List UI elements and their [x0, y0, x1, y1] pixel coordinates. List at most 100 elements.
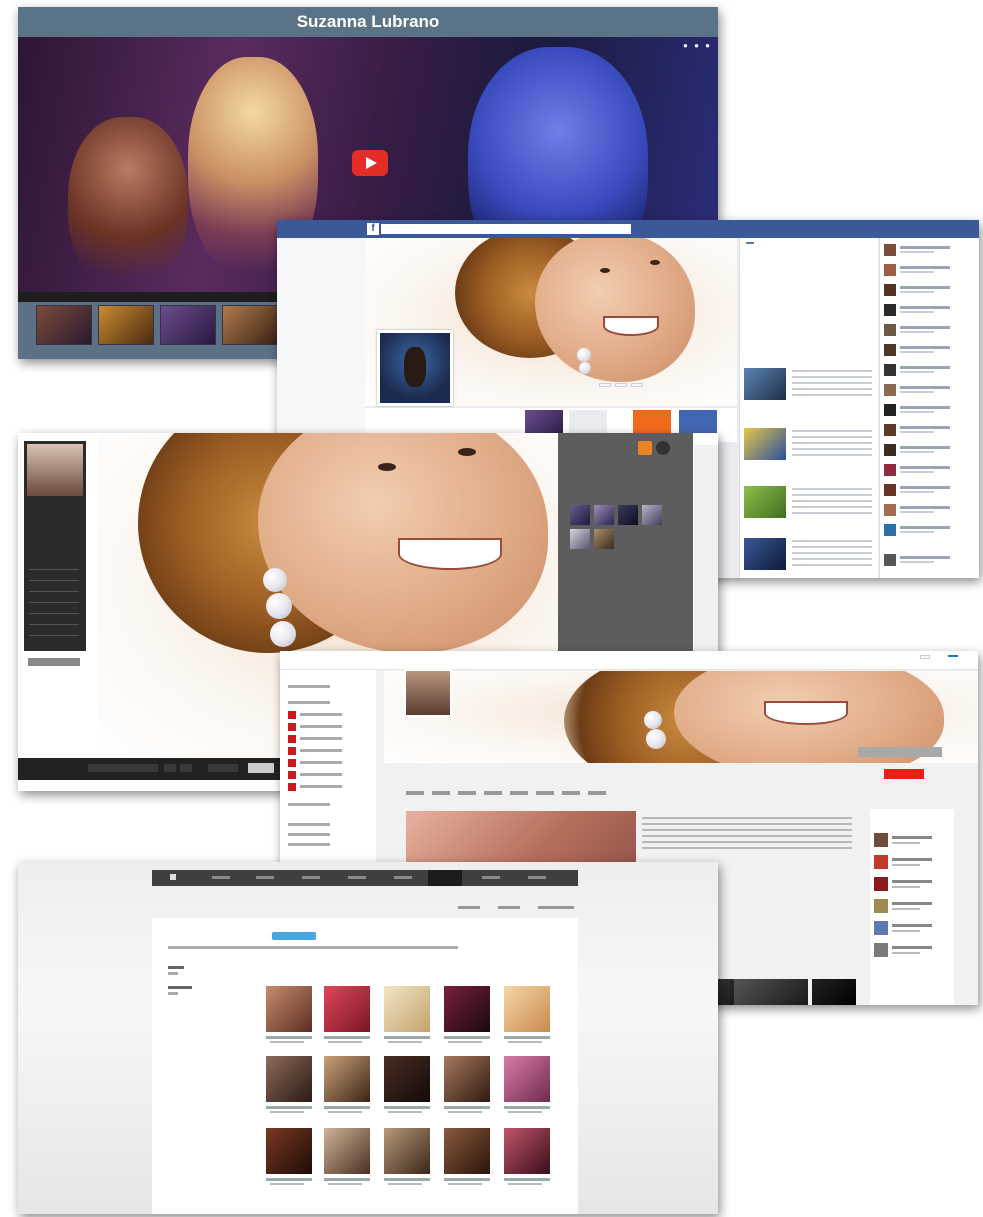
nav-item-active[interactable] [428, 870, 462, 886]
chat-contact[interactable] [884, 242, 976, 258]
album-cover[interactable] [324, 986, 370, 1043]
gallery-thumbnail[interactable] [618, 505, 638, 525]
album-cover[interactable] [504, 1056, 550, 1113]
chat-contact[interactable] [884, 302, 976, 318]
nav-item[interactable] [212, 876, 230, 879]
guide-item[interactable] [288, 770, 368, 780]
footer-field[interactable] [208, 764, 238, 772]
chat-contact[interactable] [884, 552, 976, 568]
store-top-link[interactable] [538, 906, 574, 909]
album-cover[interactable] [384, 986, 430, 1043]
gallery-thumbnail[interactable] [594, 505, 614, 525]
nav-item[interactable] [302, 876, 320, 879]
gallery-thumbnail[interactable] [594, 529, 614, 549]
channel-banner-links[interactable] [858, 747, 942, 757]
nav-item[interactable] [394, 876, 412, 879]
facebook-logo-icon[interactable]: f [367, 223, 379, 235]
sidebar-button[interactable] [28, 658, 80, 666]
gallery-thumbnail[interactable] [570, 529, 590, 549]
chat-contact[interactable] [884, 482, 976, 498]
guide-item[interactable] [288, 840, 368, 850]
album-cover[interactable] [444, 1128, 490, 1185]
guide-item[interactable] [288, 782, 368, 792]
artist-thumbnail[interactable] [27, 444, 83, 496]
guide-item[interactable] [288, 820, 368, 830]
news-post[interactable] [744, 476, 874, 528]
guide-item[interactable] [288, 800, 368, 810]
related-channel[interactable] [874, 921, 950, 939]
album-cover[interactable] [444, 986, 490, 1043]
news-post[interactable] [744, 418, 874, 470]
video-thumbnail[interactable] [36, 305, 92, 345]
album-cover[interactable] [266, 1128, 312, 1185]
related-channel[interactable] [874, 855, 950, 873]
chat-contact[interactable] [884, 462, 976, 478]
chat-contact[interactable] [884, 262, 976, 278]
upload-button[interactable] [920, 655, 930, 659]
chat-contact[interactable] [884, 402, 976, 418]
chat-contact[interactable] [884, 362, 976, 378]
nav-item[interactable] [528, 876, 546, 879]
related-channel[interactable] [874, 899, 950, 917]
chat-contact[interactable] [884, 442, 976, 458]
guide-item[interactable] [288, 758, 368, 768]
channel-tabs[interactable] [406, 791, 606, 795]
album-cover[interactable] [504, 1128, 550, 1185]
chat-contact[interactable] [884, 282, 976, 298]
follow-button[interactable] [615, 383, 627, 387]
play-button-icon[interactable] [352, 150, 388, 176]
video-thumbnail[interactable] [160, 305, 216, 345]
video-thumbnail[interactable] [734, 979, 808, 1005]
channel-avatar[interactable] [404, 669, 452, 717]
gallery-thumbnail[interactable] [570, 505, 590, 525]
album-cover[interactable] [324, 1056, 370, 1113]
nav-item[interactable] [348, 876, 366, 879]
gallery-thumbnail[interactable] [642, 505, 662, 525]
related-channel[interactable] [874, 943, 950, 961]
artist-badge[interactable] [272, 932, 316, 940]
guide-item[interactable] [288, 722, 368, 732]
chat-contact[interactable] [884, 322, 976, 338]
guide-item[interactable] [288, 710, 368, 720]
store-top-link[interactable] [498, 906, 520, 909]
facebook-page-actions[interactable] [599, 383, 643, 387]
chat-contact[interactable] [884, 422, 976, 438]
sidebar-menu[interactable] [29, 559, 79, 644]
footer-button[interactable] [248, 763, 274, 773]
album-cover[interactable] [266, 1056, 312, 1113]
facebook-search-input[interactable] [381, 224, 631, 234]
facebook-profile-picture[interactable] [377, 330, 453, 406]
chat-contact[interactable] [884, 502, 976, 518]
nav-item[interactable] [256, 876, 274, 879]
video-thumbnail[interactable] [222, 305, 278, 345]
footer-field[interactable] [164, 764, 176, 772]
album-cover[interactable] [384, 1056, 430, 1113]
guide-item[interactable] [288, 734, 368, 744]
guide-item[interactable] [288, 682, 368, 692]
subscribe-button[interactable] [884, 769, 924, 779]
related-channel[interactable] [874, 833, 950, 851]
news-post[interactable] [744, 528, 874, 578]
news-post[interactable] [744, 358, 874, 410]
guide-item[interactable] [288, 698, 368, 708]
album-cover[interactable] [444, 1056, 490, 1113]
store-top-link[interactable] [458, 906, 480, 909]
related-channel[interactable] [874, 877, 950, 895]
album-cover[interactable] [266, 986, 312, 1043]
rss-icon[interactable] [638, 441, 652, 455]
video-top-icons[interactable]: ● ● ● [683, 41, 712, 50]
footer-field[interactable] [88, 764, 158, 772]
nav-item[interactable] [482, 876, 500, 879]
like-button[interactable] [599, 383, 611, 387]
album-cover[interactable] [384, 1128, 430, 1185]
gear-icon[interactable] [656, 441, 670, 455]
album-cover[interactable] [504, 986, 550, 1043]
album-cover[interactable] [324, 1128, 370, 1185]
message-button[interactable] [631, 383, 643, 387]
video-thumbnail[interactable] [98, 305, 154, 345]
video-thumbnail[interactable] [812, 979, 856, 1005]
home-icon[interactable] [170, 874, 176, 880]
chat-contact[interactable] [884, 522, 976, 538]
footer-field[interactable] [180, 764, 192, 772]
chat-contact[interactable] [884, 342, 976, 358]
